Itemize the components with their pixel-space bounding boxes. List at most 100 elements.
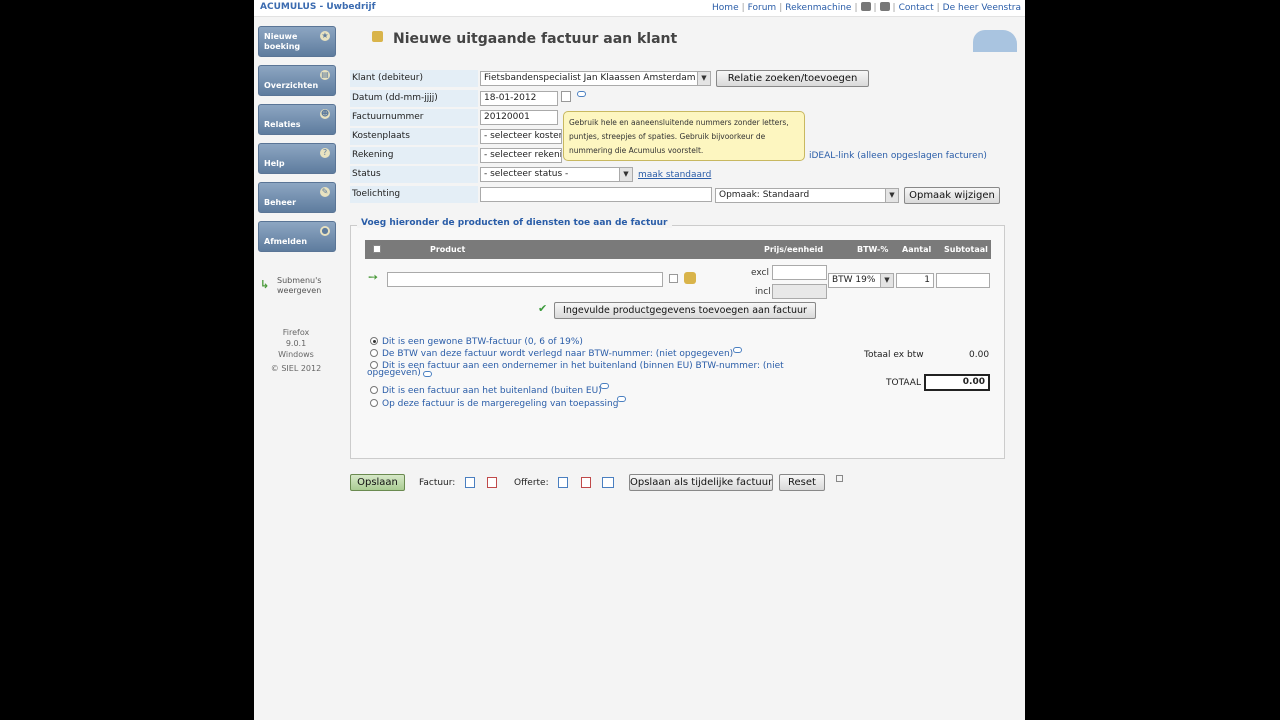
col-subtotaal: Subtotaal — [944, 245, 988, 254]
datum-label: Datum (dd-mm-jjjj) — [350, 90, 478, 107]
opmaak-select[interactable]: Opmaak: Standaard ▼ — [715, 188, 899, 203]
sidebar-item-label: Beheer — [264, 198, 297, 207]
totaal-label: TOTAAL — [886, 378, 921, 388]
save-temp-button[interactable]: Opslaan als tijdelijke factuur — [629, 474, 773, 491]
sidebar-item-afmelden[interactable]: Afmelden ● — [258, 221, 336, 252]
radio-buiten-eu[interactable] — [370, 386, 378, 394]
chat-icon[interactable] — [879, 2, 890, 11]
factuurnummer-label: Factuurnummer — [350, 109, 478, 126]
kostenplaats-select[interactable]: - selecteer kosten — [480, 129, 562, 144]
nav-forum-link[interactable]: Forum — [748, 3, 777, 13]
col-btw: BTW-% — [857, 245, 889, 254]
factuurnummer-tooltip: Gebruik hele en aaneensluitende nummers … — [563, 111, 805, 161]
page-title: Nieuwe uitgaande factuur aan klant — [393, 31, 678, 47]
select-all-checkbox[interactable] — [373, 245, 381, 253]
product-input[interactable] — [387, 272, 663, 287]
brand-title: ACUMULUS - Uwbedrijf — [260, 2, 376, 12]
nav-contact-link[interactable]: Contact — [899, 3, 934, 13]
expand-icon[interactable] — [836, 475, 843, 482]
sidebar-item-help[interactable]: Help? — [258, 143, 336, 174]
pdf-icon[interactable] — [487, 477, 497, 488]
maak-standaard-link[interactable]: maak standaard — [638, 170, 711, 180]
aantal-input[interactable]: 1 — [896, 273, 934, 288]
col-product: Product — [430, 245, 466, 254]
kostenplaats-label: Kostenplaats — [350, 128, 478, 145]
sidebar-item-nieuwe-boeking[interactable]: Nieuwe boeking ★ — [258, 26, 336, 57]
top-navigation: Home | Forum | Rekenmachine | | | Contact | De hee… — [712, 2, 1021, 13]
toelichting-label: Toelichting — [350, 186, 478, 203]
nav-home-link[interactable]: Home — [712, 3, 739, 13]
status-select[interactable]: - selecteer status - ▼ — [480, 167, 633, 182]
word-doc-icon[interactable] — [558, 477, 568, 488]
print-icon[interactable] — [860, 2, 871, 11]
relatie-zoeken-button[interactable]: Relatie zoeken/toevoegen — [716, 70, 869, 87]
product-list-icon[interactable] — [669, 274, 678, 283]
browser-name: Firefox — [282, 328, 310, 337]
products-legend: Voeg hieronder de producten of diensten … — [357, 218, 672, 228]
comment-icon[interactable] — [617, 396, 626, 402]
chevron-down-icon: ▼ — [619, 168, 632, 181]
nav-rekenmachine-link[interactable]: Rekenmachine — [785, 3, 851, 13]
arrow-right-icon: ↳ — [260, 278, 270, 291]
klant-select[interactable]: Fietsbandenspecialist Jan Klaassen Amste… — [480, 71, 711, 86]
chevron-down-icon: ▼ — [697, 72, 710, 85]
sidebar-item-label: Relaties — [264, 120, 301, 129]
comment-icon[interactable] — [600, 383, 609, 389]
os-name: Windows — [278, 350, 314, 359]
rekening-label: Rekening — [350, 147, 478, 164]
pdf-icon[interactable] — [581, 477, 591, 488]
email-icon[interactable] — [602, 477, 614, 488]
datum-input[interactable]: 18-01-2012 — [480, 91, 558, 106]
sidebar-item-beheer[interactable]: Beheer ✎ — [258, 182, 336, 213]
word-doc-icon[interactable] — [465, 477, 475, 488]
excl-label: excl — [751, 268, 769, 278]
option-btw-verlegd: De BTW van deze factuur wordt verlegd na… — [382, 349, 734, 359]
product-add-icon[interactable] — [684, 272, 696, 284]
option-gewone-btw: Dit is een gewone BTW-factuur (0, 6 of 1… — [382, 337, 583, 347]
tools-icon: ✎ — [320, 187, 330, 197]
pages-icon: ▤ — [320, 70, 330, 80]
products-table-header: Product Prijs/eenheid BTW-% Aantal Subto… — [365, 240, 991, 259]
chevron-down-icon: ▼ — [880, 274, 893, 287]
radio-margeregeling[interactable] — [370, 399, 378, 407]
submenu-label: Submenu's weergeven — [277, 276, 322, 295]
subtotaal-input[interactable] — [936, 273, 990, 288]
price-incl-input[interactable] — [772, 284, 827, 299]
save-button[interactable]: Opslaan — [350, 474, 405, 491]
price-excl-input[interactable] — [772, 265, 827, 280]
sidebar-item-label: Nieuwe boeking — [264, 32, 301, 51]
browser-version: 9.0.1 — [285, 339, 307, 348]
calendar-icon[interactable] — [561, 91, 571, 102]
opmaak-wijzigen-button[interactable]: Opmaak wijzigen — [904, 187, 1000, 204]
totaal-ex-btw-label: Totaal ex btw — [864, 350, 924, 360]
status-value: - selecteer status - — [484, 169, 569, 179]
comment-icon[interactable] — [577, 91, 586, 97]
invoice-icon — [372, 31, 383, 42]
page: ACUMULUS - Uwbedrijf Home | Forum | Rekenmac… — [254, 0, 1025, 720]
sidebar-item-label: Help — [264, 159, 285, 168]
totaal-value: 0.00 — [924, 374, 990, 391]
star-icon: ★ — [320, 31, 330, 41]
sidebar-item-relaties[interactable]: Relaties ☻ — [258, 104, 336, 135]
comment-icon[interactable] — [733, 347, 742, 353]
comment-icon[interactable] — [423, 371, 432, 377]
btw-select[interactable]: BTW 19% ▼ — [828, 273, 894, 288]
copyright: © SIEL 2012 — [270, 364, 322, 373]
chevron-down-icon: ▼ — [885, 189, 898, 202]
radio-btw-verlegd[interactable] — [370, 349, 378, 357]
cloud-icon — [973, 30, 1017, 52]
add-products-button[interactable]: Ingevulde productgegevens toevoegen aan … — [554, 302, 816, 319]
checkmark-icon: ✔ — [538, 302, 548, 315]
toelichting-input[interactable] — [480, 187, 712, 202]
klant-value: Fietsbandenspecialist Jan Klaassen Amste… — [484, 73, 696, 83]
option-binnen-eu: Dit is een factuur aan een ondernemer in… — [382, 361, 784, 371]
rekening-select[interactable]: - selecteer rekenin — [480, 148, 562, 163]
ideal-link[interactable]: iDEAL-link (alleen opgeslagen facturen) — [809, 151, 987, 161]
nav-user-link[interactable]: De heer Veenstra — [943, 3, 1021, 13]
factuurnummer-input[interactable]: 20120001 — [480, 110, 558, 125]
reset-button[interactable]: Reset — [779, 474, 825, 491]
factuur-label: Factuur: — [419, 478, 456, 488]
sidebar-item-overzichten[interactable]: Overzichten ▤ — [258, 65, 336, 96]
incl-label: incl — [755, 287, 771, 297]
radio-gewone-btw[interactable] — [370, 337, 378, 345]
